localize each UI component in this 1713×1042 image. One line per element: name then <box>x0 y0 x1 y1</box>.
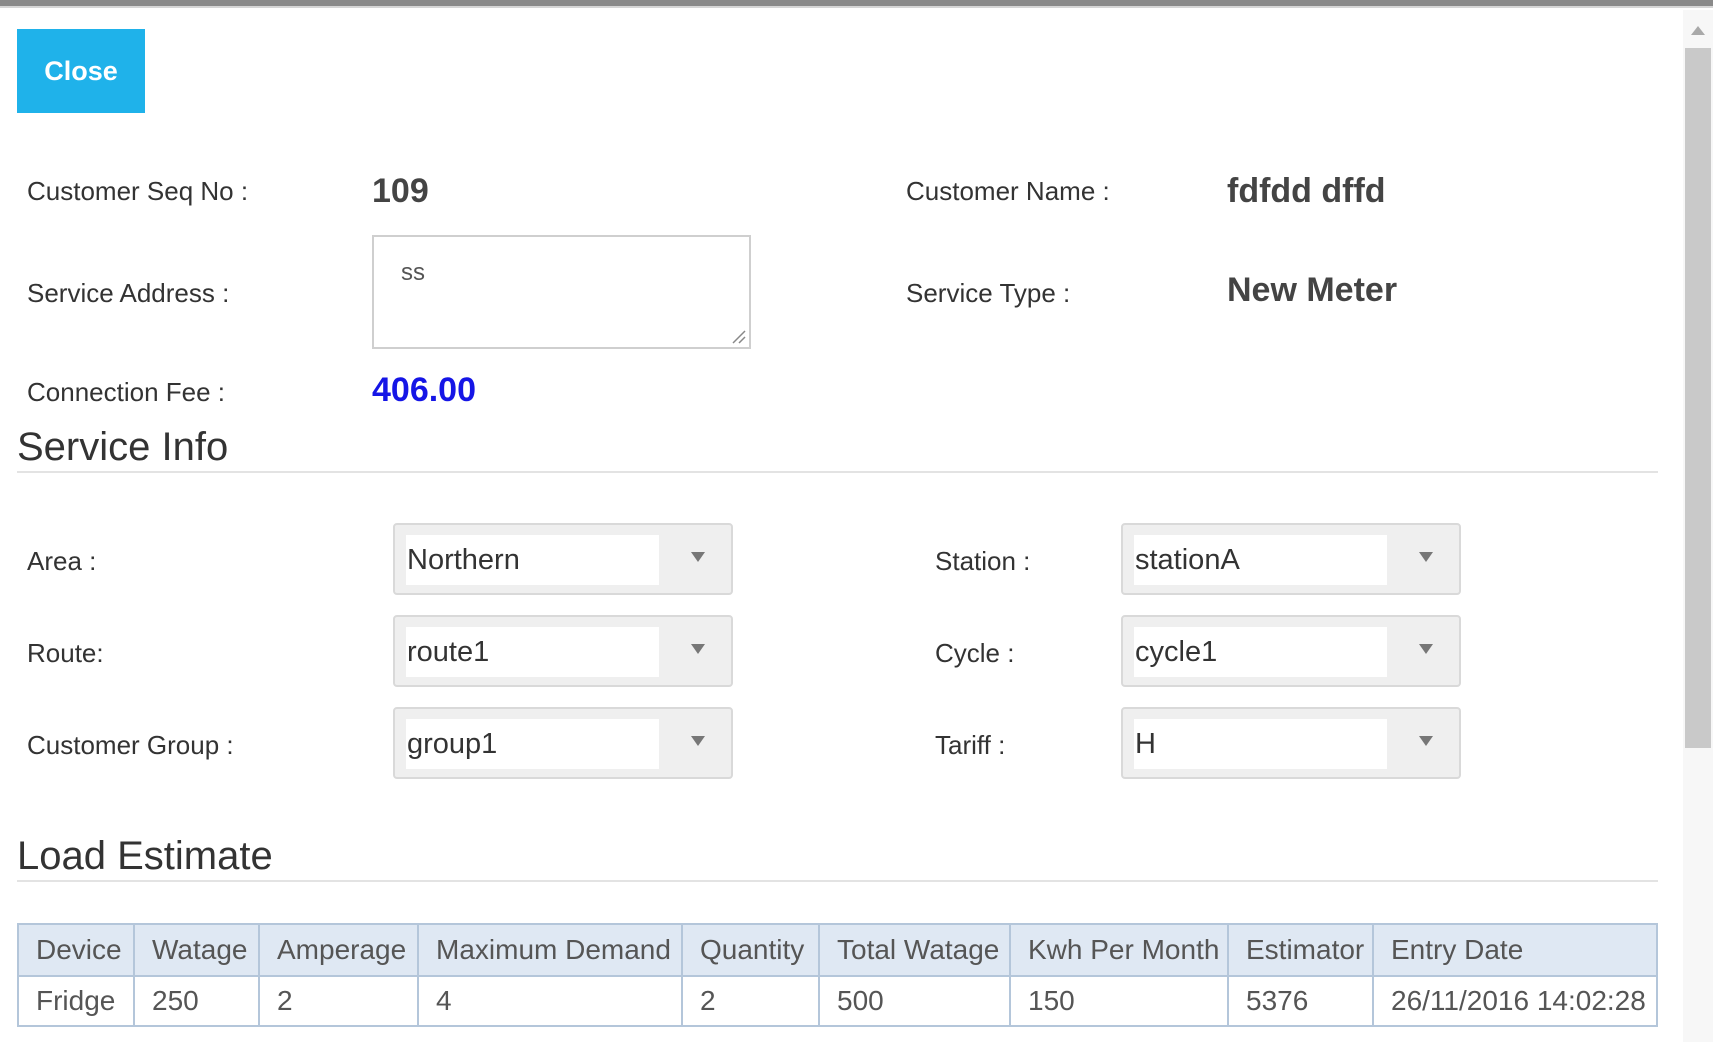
customer-group-label: Customer Group : <box>27 730 234 760</box>
service-info-divider <box>17 471 1658 473</box>
service-address-textarea[interactable]: ss <box>372 235 751 349</box>
area-select[interactable]: Northern <box>393 523 733 595</box>
table-header-row: Device Watage Amperage Maximum Demand Qu… <box>17 923 1658 977</box>
cell-total-watage: 500 <box>818 975 1011 1027</box>
customer-name-label: Customer Name : <box>906 176 1110 206</box>
service-info-heading: Service Info <box>17 425 229 469</box>
cell-estimator: 5376 <box>1227 975 1374 1027</box>
connection-fee-label: Connection Fee : <box>27 377 226 407</box>
resize-grip-icon[interactable] <box>730 328 746 344</box>
tariff-select-value: H <box>1134 719 1387 769</box>
customer-group-select-value: group1 <box>406 719 659 769</box>
column-header-estimator[interactable]: Estimator <box>1227 923 1374 977</box>
service-address-text: ss <box>401 259 425 286</box>
customer-group-select[interactable]: group1 <box>393 707 733 779</box>
connection-fee-value: 406.00 <box>372 371 476 409</box>
station-label: Station : <box>935 546 1031 576</box>
column-header-entry-date[interactable]: Entry Date <box>1372 923 1658 977</box>
close-button[interactable]: Close <box>17 29 145 113</box>
column-header-watage[interactable]: Watage <box>133 923 260 977</box>
load-estimate-table: Device Watage Amperage Maximum Demand Qu… <box>17 923 1658 1027</box>
chevron-down-icon[interactable] <box>691 736 705 746</box>
column-header-amperage[interactable]: Amperage <box>258 923 419 977</box>
cell-quantity: 2 <box>681 975 820 1027</box>
service-address-label: Service Address : <box>27 278 230 308</box>
cell-maximum-demand: 4 <box>417 975 683 1027</box>
column-header-maximum-demand[interactable]: Maximum Demand <box>417 923 683 977</box>
chevron-down-icon[interactable] <box>1419 644 1433 654</box>
chevron-down-icon[interactable] <box>1419 552 1433 562</box>
service-type-value: New Meter <box>1227 271 1398 309</box>
scroll-up-arrow-icon[interactable] <box>1691 26 1705 35</box>
cell-device: Fridge <box>17 975 135 1027</box>
service-type-label: Service Type : <box>906 278 1071 308</box>
column-header-quantity[interactable]: Quantity <box>681 923 820 977</box>
cycle-label: Cycle : <box>935 638 1015 668</box>
chevron-down-icon[interactable] <box>1419 736 1433 746</box>
cell-watage: 250 <box>133 975 260 1027</box>
cycle-select[interactable]: cycle1 <box>1121 615 1461 687</box>
column-header-total-watage[interactable]: Total Watage <box>818 923 1011 977</box>
customer-seq-label: Customer Seq No : <box>27 176 249 206</box>
vertical-scrollbar[interactable] <box>1683 10 1713 1042</box>
chevron-down-icon[interactable] <box>691 644 705 654</box>
tariff-label: Tariff : <box>935 730 1006 760</box>
cell-kwh-per-month: 150 <box>1009 975 1229 1027</box>
customer-seq-value: 109 <box>372 172 429 210</box>
station-select-value: stationA <box>1134 535 1387 585</box>
table-row[interactable]: Fridge 250 2 4 2 500 150 5376 26/11/2016… <box>17 975 1658 1027</box>
cell-entry-date: 26/11/2016 14:02:28 <box>1372 975 1658 1027</box>
chevron-down-icon[interactable] <box>691 552 705 562</box>
customer-name-value: fdfdd dffd <box>1227 172 1386 210</box>
route-select[interactable]: route1 <box>393 615 733 687</box>
load-estimate-heading: Load Estimate <box>17 834 273 878</box>
column-header-kwh-per-month[interactable]: Kwh Per Month <box>1009 923 1229 977</box>
window-top-border <box>0 0 1713 8</box>
tariff-select[interactable]: H <box>1121 707 1461 779</box>
cycle-select-value: cycle1 <box>1134 627 1387 677</box>
column-header-device[interactable]: Device <box>17 923 135 977</box>
scrollbar-thumb[interactable] <box>1685 48 1711 748</box>
area-label: Area : <box>27 546 97 576</box>
route-label: Route: <box>27 638 104 668</box>
cell-amperage: 2 <box>258 975 419 1027</box>
load-estimate-divider <box>17 880 1658 882</box>
area-select-value: Northern <box>406 535 659 585</box>
route-select-value: route1 <box>406 627 659 677</box>
station-select[interactable]: stationA <box>1121 523 1461 595</box>
